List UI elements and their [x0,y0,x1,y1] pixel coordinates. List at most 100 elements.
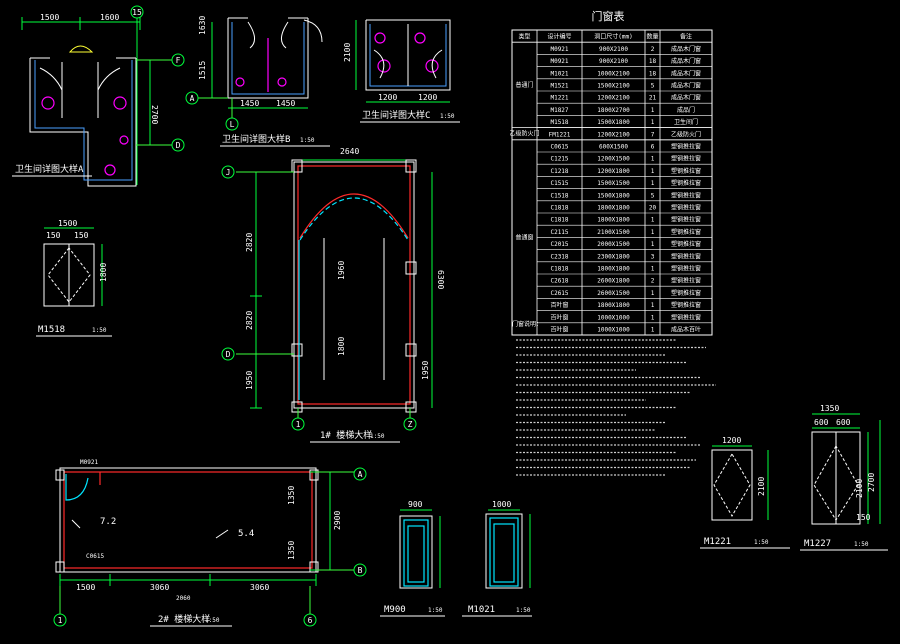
bath-c-dim-bottom-1: 1200 [378,93,397,102]
table-header-cell: 数量 [646,33,658,41]
table-cell: 1 [651,168,655,175]
table-cell: 900X2100 [599,46,628,53]
plan1-dim-left-2: 2820 [245,311,254,330]
table-cell: 6 [651,144,655,151]
plan2-dim-right-3: 2900 [333,511,342,530]
table-cell: 1 [651,156,655,163]
table-cell: C2115 [550,229,568,236]
plan1-dim-left-1: 2820 [245,233,254,252]
table-cell: 1 [651,327,655,334]
table-cell: 1500X1800 [597,192,630,199]
m1227-scale: 1:50 [854,541,869,548]
m1227-dim-top-2: 600 [814,418,829,427]
table-cell: 1000X1000 [597,314,630,321]
bath-a-grid-f-label: F [176,56,181,65]
table-cell: 卫生间门 [674,118,698,126]
table-cell: 18 [649,58,657,65]
table-cell: 成品门 [677,106,695,114]
bath-a-view: 1500 1600 15 2700 F D 卫生间详图大样A [12,5,185,187]
m1518-dim-top: 1500 [58,219,77,228]
m1227-dim-top: 1350 [820,404,839,413]
table-cell: 1 [651,217,655,224]
m1221-view: 1200 2100 M1221 1:50 [700,436,790,549]
table-cell: 成品木门窗 [671,69,701,77]
table-cell: 塑钢推拉窗 [671,155,701,163]
table-cell: 1 [651,302,655,309]
table-cell: 2600X1800 [597,278,630,285]
m1227-view: 1350 600 600 2100 2700 150 M1227 1:50 [800,404,888,551]
table-cell: 1800X1800 [597,205,630,212]
notes-title: 门窗说明： [512,320,542,328]
table-cell: 百叶窗 [550,301,568,309]
table-cell: 5 [651,83,655,90]
plan2-total: 2060 [176,595,191,602]
table-cell: 塑钢推拉窗 [671,301,701,309]
plan2-scale: 1:50 [205,617,220,624]
table-header-cell: 备注 [680,33,692,41]
table-cell: 塑钢推拉窗 [671,167,701,175]
table-cell: 2000X1500 [597,241,630,248]
bath-a-grid-15-label: 15 [132,8,142,17]
table-cell: 1 [651,180,655,187]
plan1-grid-1-label: 1 [296,420,301,429]
toilet-icon [41,96,55,110]
plan1-title: 1# 楼梯大样 [320,429,372,441]
plan2-title: 2# 楼梯大样 [158,613,210,625]
table-title: 门窗表 [592,9,625,23]
table-cell: 3 [651,253,655,260]
bath-b-dim-side-1: 1630 [198,16,207,35]
table-cell: 百叶窗 [550,326,568,334]
table-cell: C1818 [550,217,568,224]
table-group-type: 普通窗 [515,233,533,241]
plan1-dim-left-3: 1950 [245,371,254,390]
plan1-top-dim: 2640 [340,147,359,156]
plan1-grid-d-label: D [226,350,231,359]
plan2-note: C0615 [86,553,104,560]
table-cell: 塑钢推拉窗 [671,289,701,297]
table-cell: 1200X1500 [597,156,630,163]
sink-icon [68,45,94,53]
table-cell: C1515 [550,180,568,187]
table-cell: 百叶窗 [550,313,568,321]
table-cell: 600X1500 [599,144,628,151]
table-cell: 成品木百叶 [671,326,701,334]
table-cell: 1 [651,107,655,114]
plan1-dim-inner-2: 1800 [337,337,346,356]
bath-a-title: 卫生间详图大样A [15,163,84,175]
table-cell: 1500X1800 [597,119,630,126]
table-cell: C2618 [550,278,568,285]
table-cell: 塑钢推拉窗 [671,265,701,273]
table-cell: 塑钢推拉窗 [671,143,701,151]
plan2-grid-a-label: A [358,470,363,479]
bath-b-dim-bottom-2: 1450 [276,99,295,108]
table-cell: 塑钢推拉窗 [671,216,701,224]
table-cell: 塑钢推拉窗 [671,240,701,248]
table-cell: 塑钢推拉窗 [671,252,701,260]
table-cell: 1200X2100 [597,131,630,138]
m1518-dim-top-2: 150 [46,231,61,240]
toilet-icon [414,32,426,44]
table-cell: 塑钢推拉窗 [671,191,701,199]
m1221-dim-side: 2100 [757,477,766,496]
table-cell: 成品木门窗 [671,57,701,65]
door-window-notes: 门窗说明： [512,320,716,476]
table-cell: M1518 [550,119,568,126]
m1227-dim-side-2: 2700 [867,473,876,492]
plan2-dim-bottom-1: 1500 [76,583,95,592]
m1221-dim-top: 1200 [722,436,741,445]
table-cell: C1215 [550,156,568,163]
m1221-scale: 1:50 [754,539,769,546]
bath-a-dim-top-2: 1600 [100,13,119,22]
plan2-grid-6-label: 6 [308,616,313,625]
m1021-scale: 1:50 [516,607,531,614]
plan2-label-2: 5.4 [238,529,254,539]
cad-drawing-canvas: 1500 1600 15 2700 F D 卫生间详图大样A 1630 1515… [12,5,888,627]
table-cell: 2300X1800 [597,253,630,260]
plan2-dim-right-1: 1350 [287,486,296,505]
plan2-dim-right-2: 1350 [287,541,296,560]
table-cell: 7 [651,131,655,138]
bath-c-title: 卫生间详图大样C [362,109,430,121]
door-window-table: 门窗表 类型 设计编号 洞口尺寸(mm) 数量 备注 M0921 900X2100 2 成品木门… [509,9,713,336]
floor-drain-icon [119,135,129,145]
table-cell: 塑钢推拉窗 [671,313,701,321]
